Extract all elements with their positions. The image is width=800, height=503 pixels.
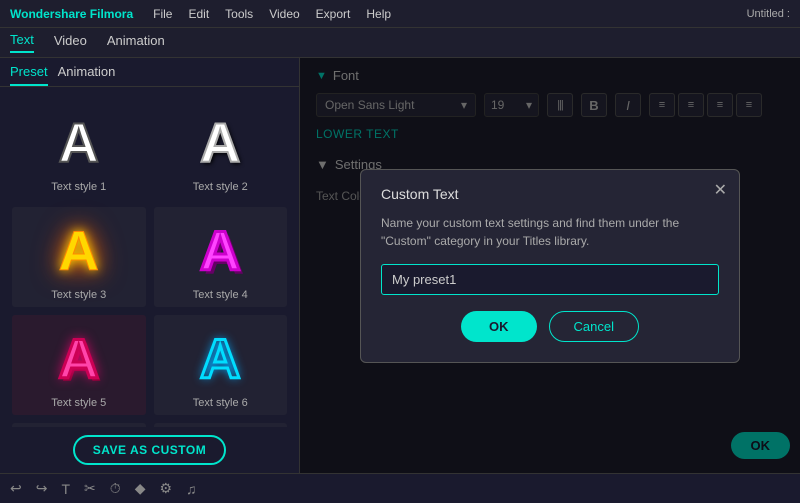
text-icon[interactable]: T [61, 481, 70, 497]
style-item-5[interactable]: A Text style 5 [12, 315, 146, 415]
modal-overlay: Custom Text ✕ Name your custom text sett… [300, 58, 800, 473]
style-preview-3: A [29, 215, 129, 285]
style-label-4: Text style 4 [193, 289, 248, 301]
app-logo: Wondershare Filmora [10, 7, 133, 21]
preset-name-input[interactable] [381, 264, 719, 295]
window-title: Untitled : [747, 8, 790, 20]
modal-description: Name your custom text settings and find … [381, 214, 719, 250]
style-label-3: Text style 3 [51, 289, 106, 301]
clock-icon[interactable]: ⏱ [110, 480, 121, 497]
style-preview-1: A [29, 107, 129, 177]
menu-edit[interactable]: Edit [188, 7, 209, 21]
style-item-2[interactable]: A Text style 2 [154, 99, 288, 199]
ptab-animation[interactable]: Animation [58, 64, 116, 86]
style-preview-2: A [170, 107, 270, 177]
bottom-toolbar: ↩ ↪ T ✂ ⏱ ◆ ⚙ ♫ [0, 473, 800, 503]
ptab-preset[interactable]: Preset [10, 64, 48, 86]
modal-title: Custom Text [381, 186, 719, 202]
style-label-5: Text style 5 [51, 397, 106, 409]
diamond-icon[interactable]: ◆ [135, 480, 146, 497]
menu-video[interactable]: Video [269, 7, 299, 21]
style-preview-6: A [170, 323, 270, 393]
menu-tools[interactable]: Tools [225, 7, 253, 21]
scissors-icon[interactable]: ✂ [84, 480, 96, 497]
style-preview-4: A [170, 215, 270, 285]
audio-icon[interactable]: ♫ [186, 481, 197, 497]
style-grid: A Text style 1 A Text style 2 A Text sty… [0, 87, 299, 427]
style-label-6: Text style 6 [193, 397, 248, 409]
style-item-1[interactable]: A Text style 1 [12, 99, 146, 199]
right-panel: ▼ Font Open Sans Light ▾ 19 ▾ ||| B I ≡ … [300, 58, 800, 473]
modal-ok-button[interactable]: OK [461, 311, 537, 342]
style-item-3[interactable]: A Text style 3 [12, 207, 146, 307]
tab-video[interactable]: Video [54, 33, 87, 52]
modal-close-button[interactable]: ✕ [714, 180, 727, 200]
menu-export[interactable]: Export [316, 7, 351, 21]
undo-icon[interactable]: ↩ [10, 480, 22, 497]
style-label-1: Text style 1 [51, 181, 106, 193]
style-item-4[interactable]: A Text style 4 [154, 207, 288, 307]
style-item-6[interactable]: A Text style 6 [154, 315, 288, 415]
style-item-7[interactable]: A Text style 7 [12, 423, 146, 427]
main-tabbar: Text Video Animation [0, 28, 800, 58]
style-preview-5: A [29, 323, 129, 393]
save-as-custom-button[interactable]: SAVE AS CUSTOM [73, 435, 226, 465]
titlebar: Wondershare Filmora File Edit Tools Vide… [0, 0, 800, 28]
menu-help[interactable]: Help [366, 7, 391, 21]
modal-buttons: OK Cancel [381, 311, 719, 342]
style-item-8[interactable]: A Text style 8 [154, 423, 288, 427]
tab-animation[interactable]: Animation [107, 33, 165, 52]
preset-tabs: Preset Animation [0, 58, 299, 87]
menu-file[interactable]: File [153, 7, 172, 21]
sliders-icon[interactable]: ⚙ [159, 480, 172, 497]
custom-text-modal: Custom Text ✕ Name your custom text sett… [360, 169, 740, 363]
left-panel: Preset Animation A Text style 1 A Text s… [0, 58, 300, 473]
tab-text[interactable]: Text [10, 32, 34, 53]
redo-icon[interactable]: ↪ [36, 480, 48, 497]
style-label-2: Text style 2 [193, 181, 248, 193]
menu-bar: File Edit Tools Video Export Help [153, 7, 391, 21]
modal-cancel-button[interactable]: Cancel [549, 311, 639, 342]
main-area: Preset Animation A Text style 1 A Text s… [0, 58, 800, 473]
